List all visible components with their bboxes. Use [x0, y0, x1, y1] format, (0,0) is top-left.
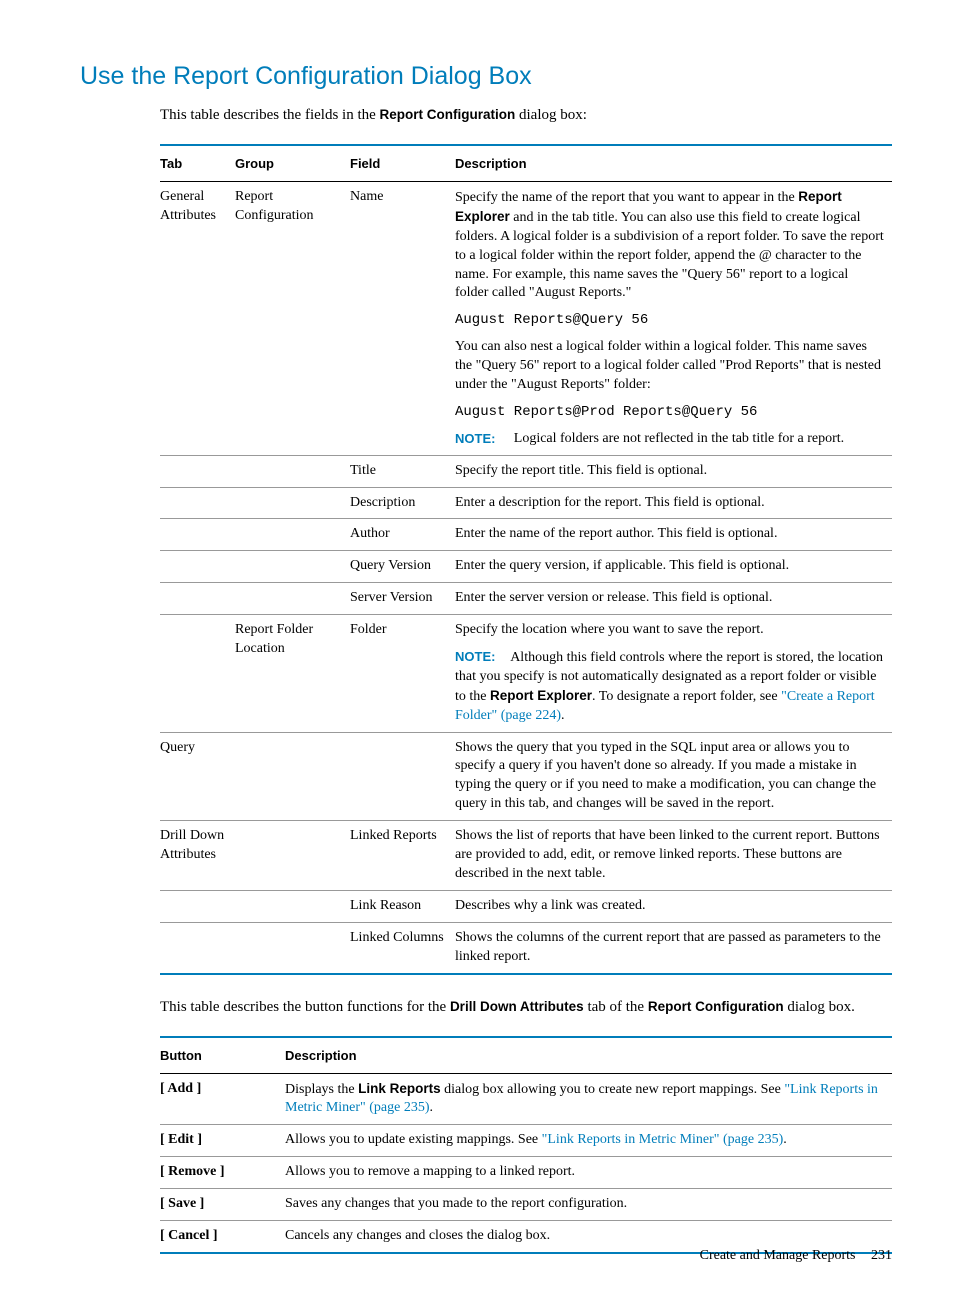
desc-cell: Displays the Link Reports dialog box all… [285, 1073, 892, 1125]
add-a: Displays the [285, 1082, 358, 1097]
desc-cell: Enter a description for the report. This… [455, 487, 892, 519]
button-remove: [ Remove ] [160, 1157, 285, 1189]
intro-text: This table describes the fields in the [160, 107, 380, 123]
note-label: NOTE: [455, 430, 514, 449]
name-p1c: and in the tab title. You can also use t… [455, 210, 884, 301]
section-heading: Use the Report Configuration Dialog Box [80, 62, 892, 91]
desc-cell: Enter the server version or release. Thi… [455, 583, 892, 615]
add-d: . [430, 1100, 434, 1115]
field-cell: Title [350, 455, 455, 487]
col-group: Group [235, 145, 350, 182]
col-desc: Description [455, 145, 892, 182]
desc-cell: Shows the columns of the current report … [455, 922, 892, 973]
button-add: [ Add ] [160, 1073, 285, 1125]
name-p2: You can also nest a logical folder withi… [455, 338, 884, 395]
desc-cell: Specify the report title. This field is … [455, 455, 892, 487]
note-label: NOTE: [455, 648, 507, 666]
folder-p1: Specify the location where you want to s… [455, 621, 884, 640]
add-c: dialog box allowing you to create new re… [441, 1082, 785, 1097]
intro-bold: Report Configuration [380, 107, 516, 122]
field-cell: Linked Columns [350, 922, 455, 973]
mid-e: dialog box. [784, 999, 855, 1015]
name-code2: August Reports@Prod Reports@Query 56 [455, 403, 884, 422]
name-p1a: Specify the name of the report that you … [455, 190, 798, 205]
mid-d: Report Configuration [648, 999, 784, 1014]
mid-paragraph: This table describes the button function… [160, 997, 892, 1018]
button-cancel: [ Cancel ] [160, 1220, 285, 1252]
edit-b: . [783, 1132, 787, 1147]
desc-cell: Saves any changes that you made to the r… [285, 1189, 892, 1221]
add-b: Link Reports [358, 1081, 441, 1096]
tab-cell: Query [160, 732, 235, 821]
page-footer: Create and Manage Reports 231 [700, 1248, 892, 1264]
desc-cell: Allows you to remove a mapping to a link… [285, 1157, 892, 1189]
mid-a: This table describes the button function… [160, 999, 450, 1015]
mid-b: Drill Down Attributes [450, 999, 584, 1014]
field-cell: Link Reason [350, 890, 455, 922]
edit-a: Allows you to update existing mappings. … [285, 1132, 542, 1147]
desc-cell: Allows you to update existing mappings. … [285, 1125, 892, 1157]
name-code1: August Reports@Query 56 [455, 311, 884, 330]
field-cell: Linked Reports [350, 821, 455, 891]
col-button: Button [160, 1037, 285, 1074]
intro-paragraph: This table describes the fields in the R… [160, 105, 892, 126]
field-cell: Server Version [350, 583, 455, 615]
button-save: [ Save ] [160, 1189, 285, 1221]
group-cell: Report Configuration [235, 182, 350, 456]
field-cell: Description [350, 487, 455, 519]
edit-link[interactable]: "Link Reports in Metric Miner" (page 235… [542, 1132, 784, 1147]
fields-table: Tab Group Field Description General Attr… [160, 144, 892, 975]
intro-text-2: dialog box: [515, 107, 587, 123]
mid-c: tab of the [584, 999, 648, 1015]
note-text: Logical folders are not reflected in the… [514, 430, 884, 449]
field-cell: Name [350, 182, 455, 456]
tab-cell: General Attributes [160, 182, 235, 456]
group-cell: Report Folder Location [235, 615, 350, 732]
desc-cell: Enter the query version, if applicable. … [455, 551, 892, 583]
col-tab: Tab [160, 145, 235, 182]
folder-note-b: . To designate a report folder, see [592, 689, 781, 704]
field-cell: Folder [350, 615, 455, 732]
folder-note-c: . [561, 708, 565, 723]
buttons-table: Button Description [ Add ] Displays the … [160, 1036, 892, 1254]
desc-cell: Specify the location where you want to s… [455, 615, 892, 732]
desc-cell: Specify the name of the report that you … [455, 182, 892, 456]
col-desc: Description [285, 1037, 892, 1074]
folder-note-bold: Report Explorer [490, 688, 592, 703]
field-cell: Author [350, 519, 455, 551]
footer-page-number: 231 [871, 1248, 892, 1263]
col-field: Field [350, 145, 455, 182]
desc-cell: Shows the list of reports that have been… [455, 821, 892, 891]
desc-cell: Describes why a link was created. [455, 890, 892, 922]
button-edit: [ Edit ] [160, 1125, 285, 1157]
desc-cell: Enter the name of the report author. Thi… [455, 519, 892, 551]
footer-text: Create and Manage Reports [700, 1248, 856, 1263]
desc-cell: Shows the query that you typed in the SQ… [455, 732, 892, 821]
tab-cell: Drill Down Attributes [160, 821, 235, 891]
field-cell: Query Version [350, 551, 455, 583]
